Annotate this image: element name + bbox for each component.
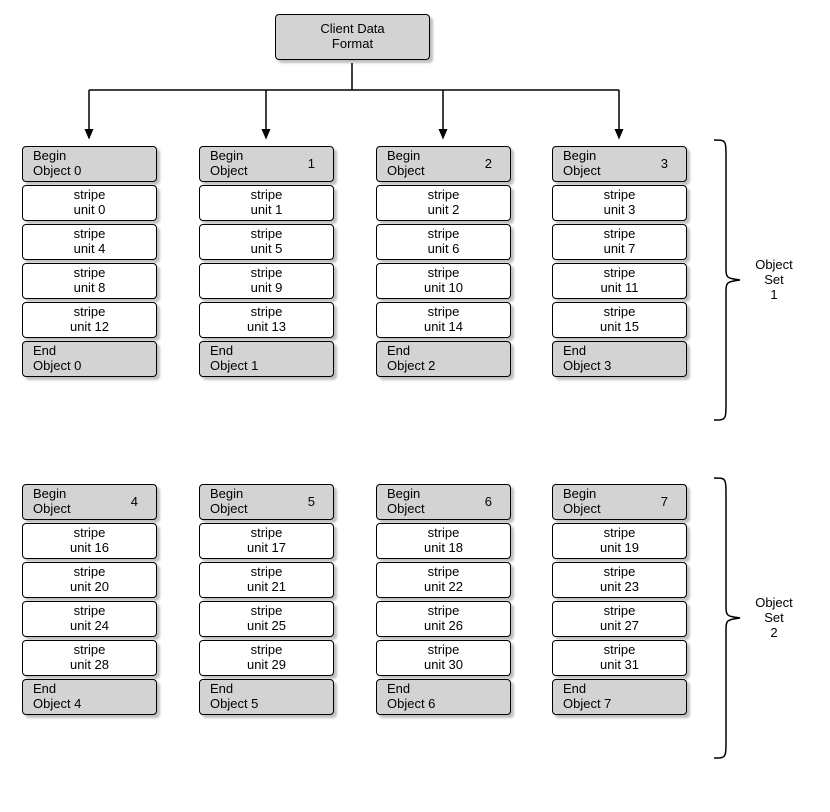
stripe-unit-5: stripeunit 5 — [199, 224, 334, 260]
stripe-unit-29: stripeunit 29 — [199, 640, 334, 676]
stripe-unit-13: stripeunit 13 — [199, 302, 334, 338]
end-object-0: EndObject 0 — [22, 341, 157, 377]
stripe-unit-16: stripeunit 16 — [22, 523, 157, 559]
diagram-canvas: Client Data Format Object Set 1 Object S… — [0, 0, 830, 812]
end-object-5: EndObject 5 — [199, 679, 334, 715]
begin-object-1: BeginObject1 — [199, 146, 334, 182]
stripe-unit-0: stripeunit 0 — [22, 185, 157, 221]
stripe-unit-3: stripeunit 3 — [552, 185, 687, 221]
stripe-unit-20: stripeunit 20 — [22, 562, 157, 598]
stripe-unit-14: stripeunit 14 — [376, 302, 511, 338]
begin-object-5: BeginObject5 — [199, 484, 334, 520]
stripe-unit-19: stripeunit 19 — [552, 523, 687, 559]
end-object-2: EndObject 2 — [376, 341, 511, 377]
stripe-unit-18: stripeunit 18 — [376, 523, 511, 559]
begin-object-6: BeginObject6 — [376, 484, 511, 520]
begin-object-7: BeginObject7 — [552, 484, 687, 520]
stripe-unit-21: stripeunit 21 — [199, 562, 334, 598]
set2-label: Object Set 2 — [744, 596, 804, 641]
stripe-unit-11: stripeunit 11 — [552, 263, 687, 299]
stripe-unit-23: stripeunit 23 — [552, 562, 687, 598]
stripe-unit-28: stripeunit 28 — [22, 640, 157, 676]
stripe-unit-7: stripeunit 7 — [552, 224, 687, 260]
stripe-unit-8: stripeunit 8 — [22, 263, 157, 299]
title-line2: Format — [280, 37, 425, 52]
stripe-unit-25: stripeunit 25 — [199, 601, 334, 637]
stripe-unit-26: stripeunit 26 — [376, 601, 511, 637]
begin-object-3: BeginObject3 — [552, 146, 687, 182]
stripe-unit-10: stripeunit 10 — [376, 263, 511, 299]
stripe-unit-17: stripeunit 17 — [199, 523, 334, 559]
stripe-unit-27: stripeunit 27 — [552, 601, 687, 637]
stripe-unit-12: stripeunit 12 — [22, 302, 157, 338]
stripe-unit-4: stripeunit 4 — [22, 224, 157, 260]
stripe-unit-22: stripeunit 22 — [376, 562, 511, 598]
begin-object-2: BeginObject2 — [376, 146, 511, 182]
title-box: Client Data Format — [275, 14, 430, 60]
set1-label: Object Set 1 — [744, 258, 804, 303]
begin-object-4: BeginObject4 — [22, 484, 157, 520]
end-object-7: EndObject 7 — [552, 679, 687, 715]
end-object-4: EndObject 4 — [22, 679, 157, 715]
end-object-6: EndObject 6 — [376, 679, 511, 715]
title-line1: Client Data — [280, 22, 425, 37]
end-object-1: EndObject 1 — [199, 341, 334, 377]
stripe-unit-30: stripeunit 30 — [376, 640, 511, 676]
stripe-unit-1: stripeunit 1 — [199, 185, 334, 221]
stripe-unit-6: stripeunit 6 — [376, 224, 511, 260]
stripe-unit-2: stripeunit 2 — [376, 185, 511, 221]
stripe-unit-9: stripeunit 9 — [199, 263, 334, 299]
stripe-unit-15: stripeunit 15 — [552, 302, 687, 338]
stripe-unit-31: stripeunit 31 — [552, 640, 687, 676]
begin-object-0: BeginObject 0 — [22, 146, 157, 182]
stripe-unit-24: stripeunit 24 — [22, 601, 157, 637]
end-object-3: EndObject 3 — [552, 341, 687, 377]
